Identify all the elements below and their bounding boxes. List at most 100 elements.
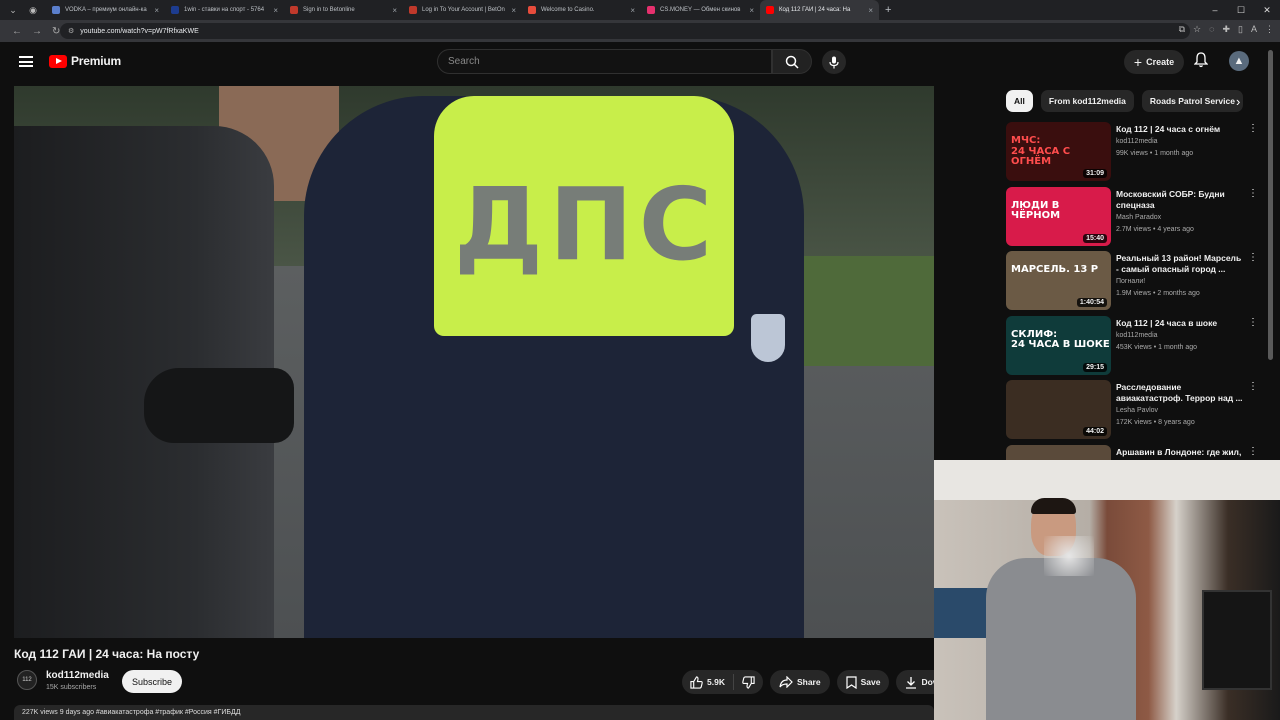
back-icon[interactable]: ← [12, 26, 22, 37]
create-label: Create [1146, 57, 1175, 67]
tab-title: 1win - ставки на спорт - 5764 [184, 7, 265, 13]
tab-close-icon[interactable]: × [154, 6, 159, 15]
install-icon[interactable]: ⧉ [1179, 24, 1185, 35]
close-window-icon[interactable]: ✕ [1254, 5, 1280, 16]
tab-favicon-icon [647, 6, 655, 14]
recommendations-list: МЧС: 24 ЧАСА С ОГНЁМ 31:09 Код 112 | 24 ча… [1006, 122, 1262, 509]
recommended-video-title[interactable]: Реальный 13 район! Марсель - самый опасн… [1116, 253, 1246, 275]
video-thumbnail[interactable]: МЧС: 24 ЧАСА С ОГНЁМ 31:09 [1006, 122, 1111, 181]
bookmark-icon [845, 675, 857, 689]
video-thumbnail[interactable]: МАРСЕЛЬ. 13 Р 1:40:54 [1006, 251, 1111, 310]
thumbnail-caption: МЧС: 24 ЧАСА С ОГНЁМ [1011, 135, 1071, 167]
tab-search-icon[interactable]: ⌄ [6, 3, 20, 17]
video-thumbnail[interactable]: 44:02 [1006, 380, 1111, 439]
youtube-header: Premium Search + Create ▲ [0, 42, 1280, 82]
recommended-video-title[interactable]: Аршавин в Лондоне: где жил, [1116, 447, 1246, 458]
tab-favicon-icon [766, 6, 774, 14]
recommended-video-channel[interactable]: Mash Paradox [1116, 214, 1161, 221]
filter-chip[interactable]: From kod112media [1040, 90, 1134, 112]
browser-tab[interactable]: CS.MONEY — Обмен скинов × [641, 0, 760, 20]
tab-close-icon[interactable]: × [868, 6, 873, 15]
video-thumbnail[interactable]: СКЛИФ: 24 ЧАСА В ШОКЕ 29:15 [1006, 315, 1111, 375]
search-button[interactable] [772, 49, 812, 74]
tab-close-icon[interactable]: × [749, 6, 754, 15]
minimize-icon[interactable]: – [1202, 5, 1228, 15]
subscriber-count: 15K subscribers [46, 684, 97, 691]
filter-chip[interactable]: Roads Patrol Service [1141, 90, 1243, 112]
profile-icon[interactable]: A [1251, 24, 1257, 35]
recommended-video-title[interactable]: Код 112 | 24 часа с огнём [1116, 124, 1246, 135]
url-field[interactable]: ⚙ youtube.com/watch?v=pW7fRfxaKWE [60, 23, 1190, 39]
tab-close-icon[interactable]: × [273, 6, 278, 15]
recommended-video[interactable]: 44:02 Расследование авиакатастроф. Террор… [1006, 380, 1262, 445]
more-actions-icon[interactable]: ⋮ [1248, 317, 1258, 328]
webcam-ceiling [934, 460, 1280, 500]
recommended-video-channel[interactable]: Lesha Pavlov [1116, 407, 1158, 414]
tab-close-icon[interactable]: × [630, 6, 635, 15]
browser-tab[interactable]: Sign in to Betonline × [284, 0, 403, 20]
recommended-video[interactable]: МЧС: 24 ЧАСА С ОГНЁМ 31:09 Код 112 | 24 ча… [1006, 122, 1262, 187]
recommended-video-meta: 453K views • 1 month ago [1116, 343, 1198, 351]
recommended-video-title[interactable]: Код 112 | 24 часа в шоке [1116, 318, 1246, 329]
subscribe-button[interactable]: Subscribe [122, 670, 182, 693]
search-input[interactable]: Search [437, 49, 772, 74]
description-box[interactable]: 227K views 9 days ago #авиакатастрофа #т… [14, 705, 934, 720]
browser-tab[interactable]: 1win - ставки на спорт - 5764 × [165, 0, 284, 20]
recommended-video-title[interactable]: Московский СОБР: Будни спецназа [1116, 189, 1246, 211]
forward-icon[interactable]: → [32, 26, 42, 37]
more-actions-icon[interactable]: ⋮ [1248, 188, 1258, 199]
recommended-video-channel[interactable]: kod112media [1116, 332, 1158, 339]
channel-avatar[interactable]: 112 [17, 670, 37, 690]
browser-tab-strip: ⌄ ◉ VODKA – премиум онлайн-ка × 1win - ста… [0, 0, 1280, 20]
tab-favicon-icon [290, 6, 298, 14]
extension-icon[interactable]: ◌ [1209, 24, 1214, 35]
save-button[interactable]: Save [836, 670, 890, 694]
more-actions-icon[interactable]: ⋮ [1248, 382, 1258, 392]
site-info-icon[interactable]: ⚙ [68, 27, 74, 35]
recommended-video-meta: 1.9M views • 2 months ago [1116, 290, 1200, 297]
new-tab-button[interactable]: + [885, 4, 891, 16]
filter-chip[interactable]: All [1006, 90, 1033, 112]
browser-tab[interactable]: VODKA – премиум онлайн-ка × [46, 0, 165, 20]
description-meta: 227K views 9 days ago #авиакатастрофа #т… [22, 709, 241, 716]
notifications-bell-icon[interactable] [1193, 52, 1209, 73]
tab-close-icon[interactable]: × [511, 6, 516, 15]
more-actions-icon[interactable]: ⋮ [1248, 446, 1258, 457]
account-avatar[interactable]: ▲ [1229, 51, 1249, 71]
recommended-video[interactable]: МАРСЕЛЬ. 13 Р 1:40:54 Реальный 13 район! М… [1006, 251, 1262, 316]
more-actions-icon[interactable]: ⋮ [1248, 253, 1258, 263]
create-button[interactable]: + Create [1124, 50, 1184, 74]
recommended-video[interactable]: ЛЮДИ В ЧЁРНОМ 15:40 Московский СОБР: Будни… [1006, 186, 1262, 252]
thumbnail-caption: СКЛИФ: 24 ЧАСА В ШОКЕ [1011, 328, 1110, 350]
duration-badge: 44:02 [1083, 427, 1107, 436]
recommended-video-channel[interactable]: Погнали! [1116, 278, 1145, 285]
recommended-video-title[interactable]: Расследование авиакатастроф. Террор над … [1116, 382, 1246, 404]
page-scrollbar[interactable] [1268, 50, 1273, 360]
maximize-icon[interactable]: ☐ [1228, 5, 1254, 16]
recommended-video-channel[interactable]: kod112media [1116, 138, 1158, 145]
video-thumbnail[interactable]: ЛЮДИ В ЧЁРНОМ 15:40 [1006, 186, 1111, 246]
browser-kebab-icon[interactable]: ⋮ [1265, 24, 1274, 35]
more-actions-icon[interactable]: ⋮ [1248, 124, 1258, 134]
browser-tab[interactable]: Log in To Your Account | BetOn × [403, 0, 522, 20]
extensions-puzzle-icon[interactable]: ✚ [1222, 24, 1230, 35]
youtube-premium-logo[interactable]: Premium [49, 54, 121, 68]
dislike-button[interactable] [734, 675, 763, 689]
chevron-right-icon[interactable]: › [1236, 94, 1240, 109]
share-button[interactable]: Share [769, 670, 830, 694]
hamburger-menu-icon[interactable] [19, 56, 33, 67]
sidepanel-icon[interactable]: ▯ [1238, 24, 1243, 35]
browser-tab[interactable]: Код 112 ГАИ | 24 часа: На × [760, 0, 879, 20]
voice-search-button[interactable] [822, 50, 846, 74]
thumbnail-caption: МАРСЕЛЬ. 13 Р [1011, 264, 1099, 275]
tab-close-icon[interactable]: × [392, 6, 397, 15]
recommended-video[interactable]: СКЛИФ: 24 ЧАСА В ШОКЕ 29:15 Код 112 | 24 ч… [1006, 315, 1262, 381]
browser-menu-icon[interactable]: ◉ [26, 3, 40, 17]
video-player[interactable]: ДПС [14, 86, 934, 638]
browser-tab[interactable]: Welcome to Casino. × [522, 0, 641, 20]
thumbs-up-icon [690, 675, 703, 689]
like-button[interactable]: 5.9K [682, 674, 734, 690]
bookmark-star-icon[interactable]: ☆ [1193, 24, 1201, 35]
video-frame-shoulder-patch [751, 314, 785, 362]
channel-name[interactable]: kod112media [46, 670, 109, 681]
